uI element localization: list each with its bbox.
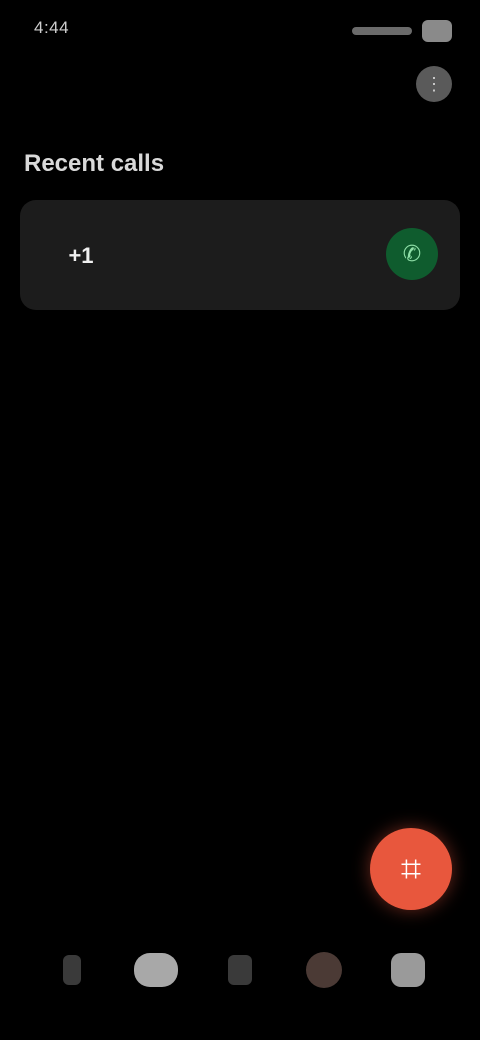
more-icon[interactable]: ⋮ [416,66,452,102]
signal-icon [352,27,412,35]
status-bar: 4:44 [0,0,480,60]
dialpad-icon: ⌗ [400,847,422,889]
bottom-nav [0,930,480,1010]
status-icons [352,20,452,42]
contacts-icon [228,955,252,985]
call-icon[interactable]: ✆ [386,228,438,280]
nav-item-favorites[interactable] [46,944,98,996]
nav-item-profile[interactable] [298,944,350,996]
status-time: 4:44 [34,18,70,37]
nav-item-voicemail[interactable] [382,944,434,996]
recent-icon [134,953,178,987]
battery-icon [422,20,452,42]
star-icon [63,955,81,985]
nav-item-recents[interactable] [130,944,182,996]
voicemail-icon [391,953,425,987]
dialpad-fab[interactable]: ⌗ [370,828,452,910]
recent-call-card[interactable]: +1 ✆ [20,200,460,310]
section-title: Recent calls [24,150,165,177]
avatar: +1 [68,243,94,268]
nav-item-contacts[interactable] [214,944,266,996]
profile-icon [306,952,342,988]
